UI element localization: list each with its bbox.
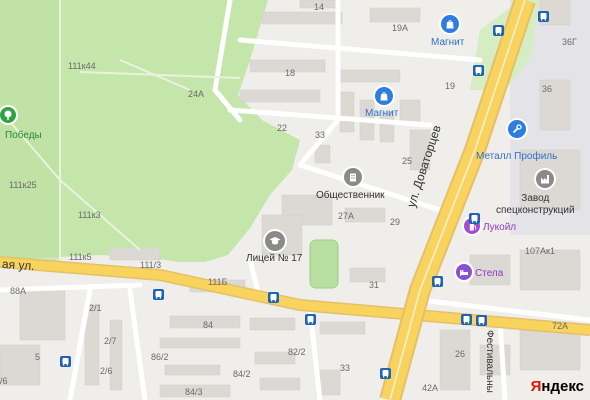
house-number: 42А bbox=[422, 383, 439, 393]
house-number: 88А bbox=[10, 286, 27, 296]
house-number: 2/1 bbox=[89, 303, 102, 313]
house-number: 82/2 bbox=[288, 347, 306, 357]
house-number: 84/2 bbox=[233, 369, 251, 379]
house-number: 111к3 bbox=[78, 210, 101, 220]
house-number: 84/3 bbox=[185, 387, 203, 397]
poi-label-zavod[interactable]: Завод спецконструкций bbox=[496, 193, 575, 216]
yandex-logo[interactable]: Яндекс bbox=[531, 379, 584, 394]
bus-stop-icon[interactable] bbox=[380, 368, 391, 379]
poi-label-pobedy[interactable]: Победы bbox=[5, 130, 42, 142]
poi-label-metall-profil[interactable]: Металл Профиль bbox=[476, 151, 557, 163]
bus-stop-icon[interactable] bbox=[305, 314, 316, 325]
building-icon[interactable] bbox=[344, 168, 362, 186]
house-number: /6 bbox=[0, 376, 8, 386]
bus-stop-icon[interactable] bbox=[473, 65, 484, 76]
house-number: 111к44 bbox=[68, 61, 96, 71]
house-number: 111/3 bbox=[140, 260, 162, 270]
house-number: 24А bbox=[188, 89, 205, 99]
house-number: 2/7 bbox=[104, 336, 117, 346]
school-cap-icon[interactable] bbox=[265, 231, 285, 251]
bus-stop-icon[interactable] bbox=[493, 25, 504, 36]
house-number: 111Б bbox=[208, 277, 228, 287]
bus-stop-icon[interactable] bbox=[476, 315, 487, 326]
logo-letter: Я bbox=[530, 378, 542, 395]
bus-stop-icon[interactable] bbox=[153, 289, 164, 300]
house-number: 84 bbox=[203, 320, 214, 330]
poi-label-obshchestvennik[interactable]: Общественник bbox=[316, 190, 385, 202]
poi-label-litsey[interactable]: Лицей № 17 bbox=[246, 253, 302, 265]
bus-stop-icon[interactable] bbox=[469, 213, 480, 224]
house-number: 26 bbox=[455, 349, 466, 359]
house-number: 36 bbox=[542, 84, 553, 94]
house-number: 5 bbox=[35, 352, 41, 362]
factory-icon[interactable] bbox=[536, 170, 554, 188]
street-label-festivalnaya: Фестивальны bbox=[484, 330, 495, 393]
house-number: 18 bbox=[285, 68, 296, 78]
street-label-left: ая ул. bbox=[1, 256, 36, 274]
house-number: 86/2 bbox=[151, 352, 169, 362]
house-number: 31 bbox=[369, 280, 380, 290]
house-number: 107Ак1 bbox=[525, 246, 555, 256]
house-number: 14 bbox=[314, 2, 325, 12]
bus-stop-icon[interactable] bbox=[268, 292, 279, 303]
bus-stop-icon[interactable] bbox=[432, 276, 443, 287]
sports-field bbox=[309, 239, 339, 289]
house-number: 33 bbox=[315, 130, 326, 140]
tree-icon[interactable] bbox=[0, 107, 16, 123]
bus-stop-icon[interactable] bbox=[461, 314, 472, 325]
bed-icon[interactable] bbox=[456, 264, 472, 280]
map-view[interactable]: ул. Доваторцев ая ул. Фестивальны 14 19А… bbox=[0, 0, 590, 400]
house-number: 111к25 bbox=[9, 180, 37, 190]
house-number: 19А bbox=[392, 23, 409, 33]
house-number: 36Г bbox=[562, 37, 577, 47]
house-number: 27А bbox=[338, 211, 355, 221]
poi-label-magnit-top[interactable]: Магнит bbox=[431, 37, 464, 49]
house-number: 29 bbox=[390, 217, 401, 227]
house-number: 2/6 bbox=[100, 366, 113, 376]
poi-label-stela[interactable]: Стела bbox=[475, 268, 503, 280]
house-number: 25 bbox=[402, 156, 413, 166]
poi-label-magnit-mid[interactable]: Магнит bbox=[365, 108, 398, 120]
bus-stop-icon[interactable] bbox=[538, 11, 549, 22]
shopping-bag-icon[interactable] bbox=[375, 87, 393, 105]
house-number: 111к5 bbox=[69, 252, 92, 262]
house-number: 22 bbox=[277, 123, 288, 133]
bus-stop-icon[interactable] bbox=[60, 356, 71, 367]
shopping-bag-icon[interactable] bbox=[441, 15, 459, 33]
poi-label-lukoil[interactable]: Лукойл bbox=[483, 222, 516, 234]
logo-rest: ндекс bbox=[541, 378, 584, 395]
wrench-icon[interactable] bbox=[508, 120, 526, 138]
house-number: 19 bbox=[445, 81, 456, 91]
house-number: 72А bbox=[552, 321, 569, 331]
house-number: 33 bbox=[340, 363, 351, 373]
